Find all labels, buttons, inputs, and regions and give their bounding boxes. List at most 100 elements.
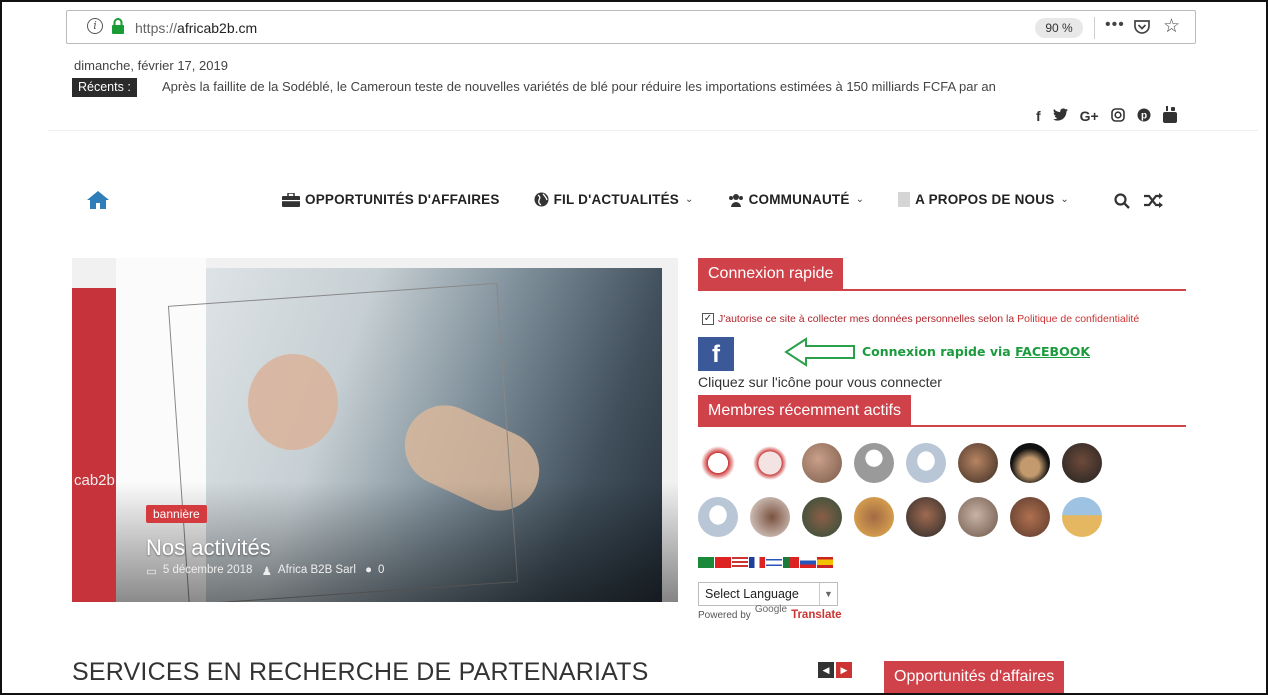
nav-item-communaute[interactable]: COMMUNAUTÉ ⌄ xyxy=(728,192,865,207)
nav-item-actualites[interactable]: FIL D'ACTUALITÉS ⌄ xyxy=(534,192,694,207)
post-date[interactable]: 5 décembre 2018 xyxy=(163,564,253,578)
category-tag[interactable]: bannière xyxy=(146,505,207,523)
slide-meta: ▭ 5 décembre 2018 ♟ Africa B2B Sarl ● 0 xyxy=(146,564,384,578)
flag-portuguese-icon[interactable] xyxy=(783,557,799,568)
avatar[interactable] xyxy=(906,443,946,483)
pocket-icon[interactable] xyxy=(1133,18,1151,41)
quick-login-title: Connexion rapide xyxy=(698,258,844,290)
globe-icon xyxy=(534,192,549,207)
google-plus-icon[interactable]: G+ xyxy=(1080,108,1099,124)
member-avatars-row-1 xyxy=(698,443,1102,483)
youtube-icon[interactable] xyxy=(1162,106,1177,126)
chevron-down-icon: ⌄ xyxy=(1060,194,1069,205)
member-avatars-row-2 xyxy=(698,497,1102,537)
opportunities-widget-title: Opportunités d'affaires xyxy=(884,661,1065,693)
calendar-icon: ▭ xyxy=(146,566,157,578)
flag-english-icon[interactable] xyxy=(732,557,748,568)
user-icon: ♟ xyxy=(258,566,272,578)
home-icon[interactable] xyxy=(86,190,110,215)
briefcase-icon xyxy=(282,192,300,207)
avatar[interactable] xyxy=(854,443,894,483)
slide-side-text: cab2b xyxy=(74,472,115,489)
flag-arabic-icon[interactable] xyxy=(698,557,714,568)
comment-count[interactable]: 0 xyxy=(378,564,384,578)
svg-text:p: p xyxy=(1141,110,1147,121)
comment-icon: ● xyxy=(361,564,373,576)
twitter-icon[interactable] xyxy=(1052,108,1068,124)
slide-title[interactable]: Nos activités xyxy=(146,535,271,561)
current-date: dimanche, février 17, 2019 xyxy=(74,58,228,73)
avatar[interactable] xyxy=(750,443,790,483)
flag-russian-icon[interactable] xyxy=(800,557,816,568)
flag-hebrew-icon[interactable] xyxy=(766,557,782,568)
nav-label: COMMUNAUTÉ xyxy=(748,192,850,207)
avatar[interactable] xyxy=(854,497,894,537)
flag-spanish-icon[interactable] xyxy=(817,557,833,568)
carousel-pager: ◀ ▶ xyxy=(818,662,852,678)
facebook-login-button[interactable]: f xyxy=(698,337,734,371)
browser-address-bar[interactable]: i https://africab2b.cm 90 % ••• ☆ xyxy=(66,10,1196,44)
avatar[interactable] xyxy=(958,443,998,483)
arrow-left-icon xyxy=(784,337,856,372)
chevron-down-icon: ▼ xyxy=(819,583,837,605)
avatar[interactable] xyxy=(1062,443,1102,483)
avatar[interactable] xyxy=(802,497,842,537)
slide-red-panel xyxy=(72,288,116,602)
toolbar-divider xyxy=(1094,17,1095,39)
info-icon[interactable]: i xyxy=(87,18,103,34)
zoom-level[interactable]: 90 % xyxy=(1035,18,1083,38)
instagram-icon[interactable] xyxy=(1110,107,1125,125)
bookmark-star-icon[interactable]: ☆ xyxy=(1163,15,1180,38)
chevron-down-icon: ⌄ xyxy=(684,194,694,205)
widget-underline xyxy=(698,425,1186,427)
nav-item-opportunites[interactable]: OPPORTUNITÉS D'AFFAIRES xyxy=(282,192,500,207)
flag-chinese-icon[interactable] xyxy=(715,557,731,568)
nav-item-a-propos[interactable]: A PROPOS DE NOUS ⌄ xyxy=(898,192,1069,207)
prev-arrow-icon[interactable]: ◀ xyxy=(818,662,834,678)
chevron-down-icon: ⌄ xyxy=(855,194,865,205)
consent-checkbox[interactable]: ✓ xyxy=(702,313,714,325)
avatar[interactable] xyxy=(698,497,738,537)
avatar[interactable] xyxy=(1062,497,1102,537)
page-actions-icon[interactable]: ••• xyxy=(1105,16,1125,34)
facebook-login-hint: Connexion rapide via FACEBOOK xyxy=(862,344,1091,359)
widget-underline xyxy=(698,289,1186,291)
url-text[interactable]: https://africab2b.cm xyxy=(135,20,257,36)
powered-by-google: Powered by Google Translate xyxy=(698,604,842,621)
avatar[interactable] xyxy=(1010,497,1050,537)
news-ticker-link[interactable]: Après la faillite de la Sodéblé, le Came… xyxy=(162,79,996,94)
shuffle-icon[interactable] xyxy=(1144,193,1164,214)
nav-label: FIL D'ACTUALITÉS xyxy=(553,192,679,207)
main-navigation: OPPORTUNITÉS D'AFFAIRES FIL D'ACTUALITÉS… xyxy=(282,192,1103,207)
consent-checkbox-row: ✓ J'autorise ce site à collecter mes don… xyxy=(702,313,1139,325)
services-section-title: SERVICES EN RECHERCHE DE PARTENARIATS xyxy=(72,658,649,686)
avatar[interactable] xyxy=(1010,443,1050,483)
members-title: Membres récemment actifs xyxy=(698,395,911,427)
avatar[interactable] xyxy=(906,497,946,537)
avatar[interactable] xyxy=(958,497,998,537)
nav-label: A PROPOS DE NOUS xyxy=(915,192,1055,207)
search-icon[interactable] xyxy=(1114,193,1130,214)
language-select-value: Select Language xyxy=(705,587,799,601)
privacy-policy-link[interactable]: Politique de confidentialité xyxy=(1017,313,1139,325)
lock-icon xyxy=(111,18,125,39)
avatar[interactable] xyxy=(750,497,790,537)
header-divider xyxy=(48,130,1258,131)
language-select[interactable]: Select Language ▼ xyxy=(698,582,838,606)
nav-label: OPPORTUNITÉS D'AFFAIRES xyxy=(305,192,500,207)
powered-by-text: Powered by xyxy=(698,610,751,621)
users-icon xyxy=(728,193,744,207)
avatar[interactable] xyxy=(802,443,842,483)
login-instruction: Cliquez sur l'icône pour vous connecter xyxy=(698,374,942,390)
social-links: f G+ p xyxy=(1036,106,1177,126)
post-author[interactable]: Africa B2B Sarl xyxy=(278,564,356,578)
avatar[interactable] xyxy=(698,443,738,483)
translate-link[interactable]: Translate xyxy=(791,609,842,621)
facebook-icon[interactable]: f xyxy=(1036,108,1041,124)
next-arrow-icon[interactable]: ▶ xyxy=(836,662,852,678)
pinterest-icon[interactable]: p xyxy=(1137,108,1151,125)
consent-text: J'autorise ce site à collecter mes donné… xyxy=(718,313,1015,325)
language-flags xyxy=(698,557,833,568)
flag-french-icon[interactable] xyxy=(749,557,765,568)
google-text: Google xyxy=(754,604,788,615)
